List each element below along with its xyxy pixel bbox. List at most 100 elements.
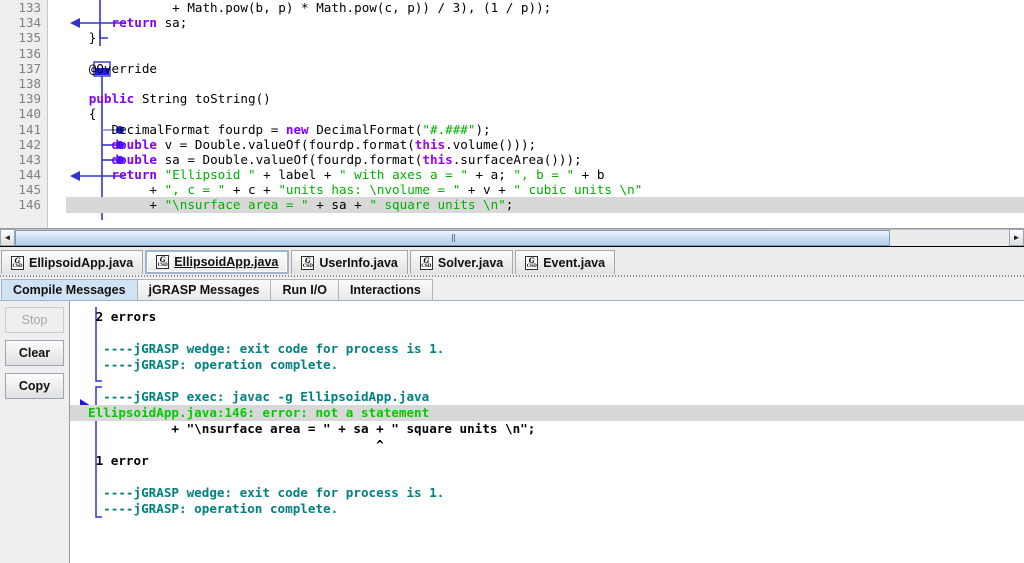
csd-margin-lines [48, 0, 66, 228]
code-token: } [66, 30, 97, 46]
code-token: " square units \n" [369, 197, 506, 213]
code-line[interactable]: { [66, 106, 1024, 121]
code-line[interactable]: + Math.pow(b, p) * Math.pow(c, p)) / 3),… [66, 0, 1024, 15]
code-line[interactable]: DecimalFormat fourdp = new DecimalFormat… [66, 122, 1024, 137]
scrollbar-grip-icon-2 [454, 234, 456, 242]
code-token: + [66, 197, 165, 213]
panel-divider[interactable] [0, 274, 1024, 278]
scroll-right-arrow-icon[interactable]: ► [1009, 229, 1024, 246]
file-tab-ellipsoidapp-java-active[interactable]: G CSD EllipsoidApp.java [145, 250, 290, 274]
code-line[interactable]: } [66, 30, 1024, 45]
code-line[interactable]: double sa = Double.valueOf(fourdp.format… [66, 152, 1024, 167]
message-tab-compile-messages[interactable]: Compile Messages [1, 279, 138, 300]
code-token: this [414, 136, 446, 152]
file-tab-label: Event.java [543, 255, 606, 270]
copy-button[interactable]: Copy [5, 373, 64, 399]
stop-button: Stop [5, 307, 64, 333]
line-number: 140 [18, 106, 41, 122]
code-line[interactable] [66, 76, 1024, 91]
line-number: 134 [18, 15, 41, 31]
code-token: return [111, 15, 158, 31]
output-line[interactable]: 2 errors [70, 309, 1024, 325]
code-line[interactable] [66, 46, 1024, 61]
clear-button[interactable]: Clear [5, 340, 64, 366]
scroll-left-arrow-icon[interactable]: ◄ [0, 229, 15, 246]
code-line[interactable]: return "Ellipsoid " + label + " with axe… [66, 167, 1024, 182]
code-token: "\nsurface area = " [164, 197, 309, 213]
code-token: @Override [66, 60, 157, 76]
code-token: this [422, 151, 453, 167]
code-token: ", c = " [164, 182, 226, 198]
line-number: 145 [18, 182, 41, 198]
jgrasp-csd-file-icon: G CSD [301, 255, 315, 270]
output-line[interactable]: ----jGRASP: operation complete. [70, 501, 1024, 517]
editor-horizontal-scrollbar[interactable]: ◄ ► [0, 228, 1024, 247]
file-tab-solver-java[interactable]: G CSD Solver.java [409, 250, 514, 274]
message-tab-interactions[interactable]: Interactions [337, 279, 433, 300]
file-tab-ellipsoidapp-java[interactable]: G CSD EllipsoidApp.java [1, 250, 144, 274]
output-line[interactable]: ----jGRASP wedge: exit code for process … [70, 485, 1024, 501]
line-number: 133 [18, 0, 41, 15]
line-number-gutter: 133 134 135 136 137 138 139 140 141 142 143 144 145 1… [0, 0, 48, 228]
output-line[interactable]: ----jGRASP wedge: exit code for process … [70, 341, 1024, 357]
file-tab-event-java[interactable]: G CSD Event.java [515, 250, 616, 274]
compile-error-line[interactable]: EllipsoidApp.java:146: error: not a stat… [70, 405, 1024, 421]
code-token: + label + [255, 167, 339, 183]
line-number: 137 [18, 60, 41, 76]
output-line[interactable] [70, 469, 1024, 485]
code-line[interactable]: public String toString() [66, 91, 1024, 106]
message-tab-jgrasp-messages[interactable]: jGRASP Messages [136, 279, 272, 300]
output-line[interactable]: ^ [70, 437, 1024, 453]
csd-margin [48, 0, 66, 228]
code-line[interactable]: + "\nsurface area = " + sa + " square un… [66, 197, 1024, 213]
code-token: .volume())); [445, 136, 537, 152]
output-line[interactable] [70, 373, 1024, 389]
output-line[interactable]: 1 error [70, 453, 1024, 469]
jgrasp-csd-file-icon: G CSD [11, 255, 24, 270]
code-token: ; [505, 197, 514, 213]
file-tab-userinfo-java[interactable]: G CSD UserInfo.java [291, 250, 408, 274]
code-token: "#.###" [422, 121, 476, 137]
code-token: DecimalFormat fourdp = [66, 121, 286, 137]
code-token: ); [475, 121, 491, 137]
code-token: + v + [460, 182, 514, 198]
code-line[interactable]: + ", c = " + c + "units has: \nvolume = … [66, 182, 1024, 197]
compile-messages-pane[interactable]: 2 errors ----jGRASP wedge: exit code for… [70, 301, 1024, 563]
code-token: " with axes a = " [339, 167, 468, 183]
code-line[interactable]: @Override [66, 61, 1024, 76]
code-token: { [66, 106, 97, 122]
code-token: v = Double.valueOf(fourdp.format( [157, 136, 415, 152]
code-token: new [285, 121, 309, 137]
scrollbar-thumb[interactable] [15, 230, 890, 246]
file-tab-label: EllipsoidApp.java [174, 255, 279, 269]
output-panel: Stop Clear Copy 2 errors ----jGRASP wedge:… [0, 301, 1024, 563]
jgrasp-window: 133 134 135 136 137 138 139 140 141 142 143 144 145 1… [0, 0, 1024, 563]
message-tab-bar[interactable]: Compile Messages jGRASP Messages Run I/O In… [0, 278, 1024, 301]
output-line[interactable]: ----jGRASP: operation complete. [70, 357, 1024, 373]
code-token: ", b = " [513, 167, 575, 183]
output-line[interactable]: + "\nsurface area = " + sa + " square un… [70, 421, 1024, 437]
output-line[interactable] [70, 325, 1024, 341]
message-tab-run-i-o[interactable]: Run I/O [270, 279, 339, 300]
scrollbar-grip-icon [452, 234, 454, 242]
scrollbar-track[interactable] [15, 229, 1009, 246]
code-text-area[interactable]: + Math.pow(b, p) * Math.pow(c, p)) / 3),… [66, 0, 1024, 228]
output-button-column: Stop Clear Copy [0, 301, 70, 563]
file-tab-bar[interactable]: G CSD EllipsoidApp.java G CSD EllipsoidApp.ja… [0, 247, 1024, 274]
code-token: String toString() [134, 91, 271, 107]
code-line[interactable]: return sa; [66, 15, 1024, 30]
line-number: 146 [18, 197, 41, 213]
file-tab-label: EllipsoidApp.java [29, 255, 134, 270]
line-number: 142 [18, 136, 41, 152]
source-editor[interactable]: 133 134 135 136 137 138 139 140 141 142 143 144 145 1… [0, 0, 1024, 228]
output-line[interactable]: ----jGRASP exec: javac -g EllipsoidApp.j… [70, 389, 1024, 405]
code-token: "Ellipsoid " [164, 167, 256, 183]
jgrasp-csd-file-icon: G CSD [525, 255, 539, 270]
code-token: + c + [225, 182, 279, 198]
code-token: DecimalFormat( [308, 121, 423, 137]
code-line[interactable]: double v = Double.valueOf(fourdp.format(… [66, 137, 1024, 152]
